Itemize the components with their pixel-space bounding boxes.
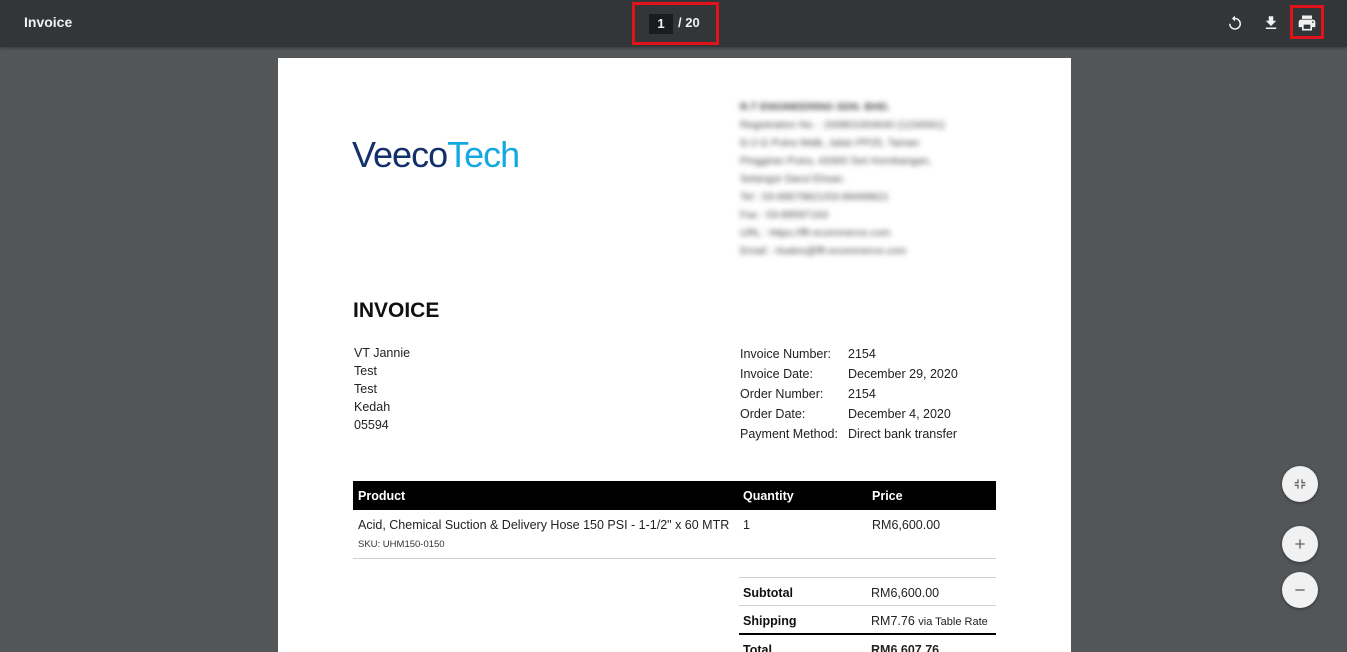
invoice-heading: INVOICE [353,299,440,322]
zoom-in-icon [1295,539,1305,549]
totals-table: Subtotal RM6,600.00 Shipping RM7.76 via … [739,577,996,652]
meta-row: Order Date: December 4, 2020 [740,407,951,421]
fit-page-icon [1294,479,1306,489]
header-quantity: Quantity [743,489,794,503]
document-title: Invoice [24,14,73,30]
rotate-icon [1229,15,1241,30]
billing-address: VT Jannie Test Test Kedah 05594 [354,346,411,432]
download-button[interactable] [1260,12,1282,34]
print-icon [1298,15,1316,31]
pdf-toolbar: Invoice 1 / 20 [0,0,1347,47]
zoom-out-button[interactable] [1282,572,1318,608]
page-selector: 1 / 20 [632,2,719,45]
subtotal-row: Subtotal RM6,600.00 [739,577,996,605]
item-quantity: 1 [743,518,750,532]
company-address-blurred: R.T ENGINEERING SDN. BHD. Registration N… [740,101,945,257]
zoom-in-button[interactable] [1282,526,1318,562]
rotate-button[interactable] [1224,12,1246,34]
page-total: / 20 [678,15,700,30]
total-row: Total RM6,607.76 [739,633,996,652]
shipping-row: Shipping RM7.76 via Table Rate [739,605,996,633]
download-icon [1265,16,1277,29]
pdf-page: VeecoTech R.T ENGINEERING SDN. BHD. Regi… [278,58,1071,652]
item-sku: SKU: UHM150-0150 [358,539,445,550]
table-row: Acid, Chemical Suction & Delivery Hose 1… [353,510,996,559]
item-product: Acid, Chemical Suction & Delivery Hose 1… [358,518,730,532]
fit-page-button[interactable] [1282,466,1318,502]
meta-row: Order Number: 2154 [740,387,876,401]
item-price: RM6,600.00 [872,518,941,532]
page-number-input[interactable]: 1 [649,14,673,34]
company-logo: VeecoTech [352,134,520,175]
meta-row: Invoice Date: December 29, 2020 [740,367,958,381]
print-button[interactable] [1296,12,1318,34]
header-price: Price [872,489,903,503]
meta-row: Invoice Number: 2154 [740,347,876,361]
items-table-header: Product Quantity Price [353,481,996,510]
invoice-meta: Invoice Number: 2154 Invoice Date: Decembe… [740,344,958,444]
header-product: Product [358,489,406,503]
zoom-out-icon [1295,589,1305,591]
meta-row: Payment Method: Direct bank transfer [740,427,958,441]
